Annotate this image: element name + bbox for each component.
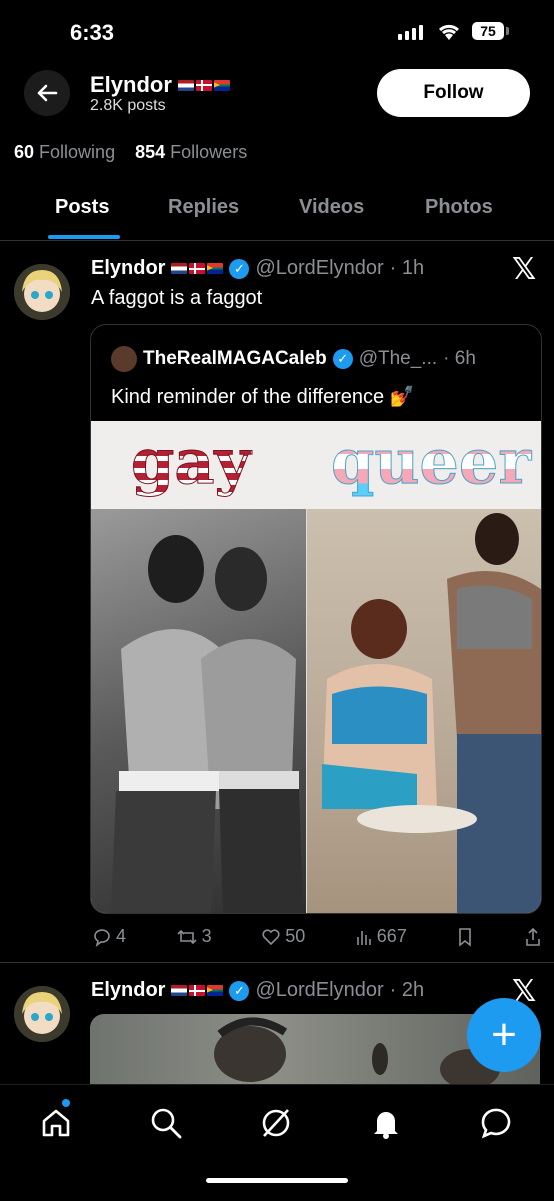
- reply-button[interactable]: 4: [92, 926, 126, 947]
- signal-icon: [398, 24, 423, 40]
- bookmark-icon: [459, 927, 472, 947]
- tabs-divider: [0, 240, 554, 241]
- views-count: 667: [376, 926, 407, 946]
- post-divider: [0, 962, 554, 963]
- image-word-left: gay: [131, 425, 252, 499]
- wifi-icon: [438, 24, 460, 40]
- profile-name: Elyndor: [90, 72, 172, 97]
- verified-badge-icon: ✓: [229, 258, 250, 279]
- denmark-flag-icon: [189, 263, 206, 274]
- netherlands-flag-icon: [177, 79, 194, 91]
- avatar[interactable]: [14, 986, 70, 1042]
- flag-icons: [171, 985, 224, 996]
- author-name[interactable]: Elyndor: [91, 979, 165, 1002]
- repost-button[interactable]: 3: [176, 926, 212, 947]
- south-africa-flag-icon: [207, 263, 224, 274]
- repost-count: 3: [201, 926, 212, 946]
- quoted-post[interactable]: TheRealMAGACaleb ✓ @The_... · 6h Kind re…: [90, 324, 542, 914]
- repost-icon: [177, 929, 197, 944]
- post-header: Elyndor ✓ @LordElyndor · 1h: [91, 257, 424, 280]
- nav-grok[interactable]: [256, 1103, 296, 1143]
- post-actions: 4 3 50 667: [92, 926, 542, 947]
- post-time: · 1h: [389, 257, 425, 279]
- south-africa-flag-icon: [213, 79, 230, 91]
- author-handle[interactable]: @LordElyndor: [255, 979, 383, 1002]
- grok-icon: [262, 1109, 290, 1137]
- search-icon: [151, 1108, 182, 1139]
- tab-videos[interactable]: Videos: [299, 196, 364, 219]
- like-count: 50: [285, 926, 306, 946]
- like-button[interactable]: 50: [261, 926, 305, 947]
- quoted-post-text: Kind reminder of the difference 💅: [111, 386, 415, 408]
- heart-icon: [262, 928, 280, 945]
- image-photo-right: [307, 509, 541, 913]
- image-photo-left: [91, 509, 306, 913]
- x-logo-icon: 𝕏: [512, 253, 537, 286]
- nav-notifications[interactable]: [366, 1103, 406, 1143]
- battery-tip: [506, 27, 509, 35]
- quoted-post-header: TheRealMAGACaleb ✓ @The_... · 6h: [111, 346, 476, 372]
- avatar-image: [14, 264, 70, 320]
- reply-count: 4: [116, 926, 127, 946]
- bookmark-button[interactable]: [456, 926, 474, 947]
- quoted-post-image[interactable]: gay queer: [91, 421, 541, 913]
- share-icon: [526, 927, 540, 946]
- share-button[interactable]: [524, 926, 542, 947]
- denmark-flag-icon: [189, 985, 206, 996]
- south-africa-flag-icon: [207, 985, 224, 996]
- views-button[interactable]: 667: [355, 926, 407, 947]
- author-handle[interactable]: @LordElyndor: [255, 257, 383, 280]
- verified-badge-icon: ✓: [229, 980, 250, 1001]
- netherlands-flag-icon: [171, 985, 188, 996]
- avatar[interactable]: [14, 264, 70, 320]
- plus-icon: +: [491, 1010, 517, 1059]
- views-icon: [356, 930, 371, 945]
- compose-button[interactable]: +: [467, 998, 541, 1072]
- nav-home[interactable]: [36, 1103, 76, 1143]
- flag-icons: [171, 263, 224, 274]
- active-tab-indicator: [48, 235, 120, 239]
- quoted-author-name: TheRealMAGACaleb: [143, 348, 327, 369]
- image-banner: gay queer: [91, 421, 541, 509]
- tab-replies[interactable]: Replies: [168, 196, 239, 219]
- home-indicator: [206, 1178, 348, 1183]
- home-icon: [42, 1109, 70, 1137]
- bottom-nav: [0, 1084, 554, 1201]
- denmark-flag-icon: [195, 79, 212, 91]
- author-name[interactable]: Elyndor: [91, 257, 165, 280]
- notification-dot: [62, 1099, 70, 1107]
- photo-right-figures: [322, 513, 541, 913]
- post-header: Elyndor ✓ @LordElyndor · 2h: [91, 979, 424, 1002]
- following-link[interactable]: 60 Following: [14, 142, 115, 162]
- arrow-left-icon: [37, 84, 58, 102]
- chat-bubble-icon: [481, 1108, 511, 1139]
- profile-name-header: Elyndor: [90, 72, 230, 98]
- status-time: 6:33: [70, 20, 115, 45]
- flag-icons: [177, 79, 230, 91]
- quoted-post-time: · 6h: [443, 348, 476, 369]
- avatar-image: [14, 986, 70, 1042]
- tab-posts[interactable]: Posts: [55, 196, 109, 219]
- battery-icon: 75: [472, 22, 504, 40]
- back-button[interactable]: [24, 70, 70, 116]
- verified-badge-icon: ✓: [332, 349, 353, 369]
- netherlands-flag-icon: [171, 263, 188, 274]
- quoted-avatar: [111, 346, 137, 372]
- post-time: · 2h: [389, 979, 425, 1001]
- reply-icon: [94, 928, 110, 947]
- posts-count: 2.8K posts: [90, 97, 166, 114]
- quoted-author-handle: @The_...: [358, 348, 438, 369]
- bell-icon: [374, 1112, 398, 1139]
- tab-photos[interactable]: Photos: [425, 196, 493, 219]
- followers-link[interactable]: 854 Followers: [135, 142, 247, 162]
- nav-search[interactable]: [146, 1103, 186, 1143]
- image-word-right: queer: [331, 425, 532, 499]
- photo-left-figures: [111, 535, 303, 913]
- nav-messages[interactable]: [476, 1103, 516, 1143]
- post-text: A faggot is a faggot: [91, 287, 263, 309]
- follow-button[interactable]: Follow: [377, 69, 530, 117]
- follow-counts: 60 Following 854 Followers: [14, 142, 247, 163]
